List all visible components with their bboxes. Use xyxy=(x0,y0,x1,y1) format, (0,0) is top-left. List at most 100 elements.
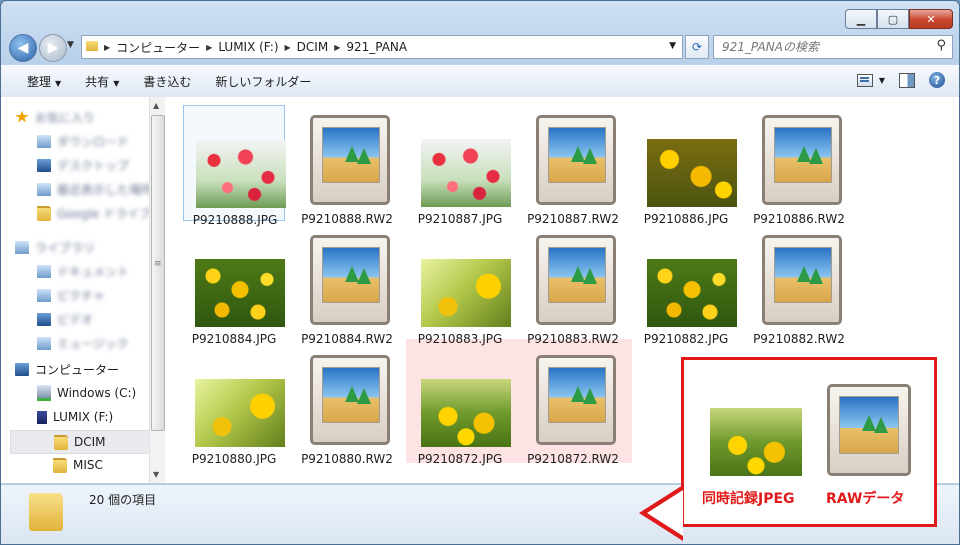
recent-pages-dropdown[interactable]: ▼ xyxy=(67,40,74,50)
nav-pictures[interactable]: ピクチャ xyxy=(37,284,105,306)
photo-thumbnail xyxy=(421,139,511,207)
nav-label: ビデオ xyxy=(57,312,94,327)
burn-button[interactable]: 書き込む xyxy=(131,73,203,90)
photo-thumbnail xyxy=(196,140,286,208)
address-bar[interactable]: ▶ コンピューター ▶ LUMIX (F:) ▶ DCIM ▶ 921_PANA… xyxy=(81,35,683,59)
nav-google-drive[interactable]: Google ドライブ xyxy=(37,202,151,224)
nav-label: お気に入り xyxy=(35,110,96,125)
nav-documents[interactable]: ドキュメント xyxy=(37,260,129,282)
command-bar: 整理 ▼ 共有 ▼ 書き込む 新しいフォルダー ▼ ? xyxy=(1,65,959,98)
nav-lumix-drive[interactable]: LUMIX (F:) xyxy=(37,406,113,428)
scroll-thumb[interactable] xyxy=(151,115,165,431)
raw-image-icon xyxy=(536,355,616,445)
sd-card-icon xyxy=(37,410,47,424)
maximize-button[interactable]: ▢ xyxy=(877,9,909,29)
star-icon xyxy=(15,110,29,123)
file-item[interactable]: P9210883.JPG xyxy=(409,225,511,346)
change-view-button[interactable]: ▼ xyxy=(856,73,885,87)
file-item[interactable]: P9210886.RW2 xyxy=(748,105,850,226)
picture-icon xyxy=(37,288,51,302)
navigation-pane: お気に入り ダウンロード デスクトップ 最近表示した場所 Google ドライブ… xyxy=(1,97,154,483)
file-name: P9210880.JPG xyxy=(191,452,277,466)
close-button[interactable]: ✕ xyxy=(909,9,953,29)
file-name: P9210883.RW2 xyxy=(527,332,619,346)
nav-music[interactable]: ミュージック xyxy=(37,332,129,354)
nav-dcim[interactable]: DCIM xyxy=(10,430,153,454)
file-name: P9210880.RW2 xyxy=(301,452,393,466)
breadcrumb-lumix[interactable]: LUMIX (F:) xyxy=(214,40,282,54)
file-name: P9210872.RW2 xyxy=(527,452,619,466)
nav-label: MISC xyxy=(73,458,103,472)
breadcrumb-arrow-icon[interactable]: ▶ xyxy=(204,43,214,52)
refresh-button[interactable]: ⟳ xyxy=(685,35,709,59)
image-placeholder-icon xyxy=(548,247,606,303)
view-controls: ▼ ? xyxy=(856,72,945,88)
scroll-up-icon[interactable]: ▲ xyxy=(153,101,159,110)
nav-favorites[interactable]: お気に入り xyxy=(15,106,95,128)
breadcrumb-921-pana[interactable]: 921_PANA xyxy=(342,40,411,54)
file-item[interactable]: P9210887.RW2 xyxy=(522,105,624,226)
photo-thumbnail xyxy=(647,139,737,207)
back-button[interactable]: ◀ xyxy=(9,34,37,62)
nav-label: ライブラリ xyxy=(35,240,96,255)
nav-desktop[interactable]: デスクトップ xyxy=(37,154,129,176)
raw-image-icon xyxy=(310,235,390,325)
desktop-icon xyxy=(37,158,51,172)
breadcrumb-arrow-icon[interactable]: ▶ xyxy=(102,43,112,52)
file-item[interactable]: P9210888.RW2 xyxy=(296,105,398,226)
chevron-down-icon: ▼ xyxy=(55,79,62,88)
search-input[interactable] xyxy=(720,37,924,57)
share-label: 共有 xyxy=(85,75,110,89)
raw-label: RAWデータ xyxy=(826,491,905,507)
file-item[interactable]: P9210884.JPG xyxy=(183,225,285,346)
nav-misc[interactable]: MISC xyxy=(53,454,103,476)
file-item[interactable]: P9210882.JPG xyxy=(635,225,737,346)
nav-libraries[interactable]: ライブラリ xyxy=(15,236,95,258)
organize-button[interactable]: 整理 ▼ xyxy=(1,73,73,90)
image-placeholder-icon xyxy=(548,127,606,183)
video-icon xyxy=(37,312,51,326)
file-item[interactable]: P9210883.RW2 xyxy=(522,225,624,346)
nav-downloads[interactable]: ダウンロード xyxy=(37,130,129,152)
scroll-down-icon[interactable]: ▼ xyxy=(153,470,159,479)
file-item[interactable]: P9210882.RW2 xyxy=(748,225,850,346)
search-icon[interactable]: ⚲ xyxy=(936,38,946,53)
nav-label: Google ドライブ xyxy=(57,206,152,221)
file-item[interactable]: P9210884.RW2 xyxy=(296,225,398,346)
file-name: P9210882.JPG xyxy=(643,332,729,346)
help-icon[interactable]: ? xyxy=(929,72,945,88)
file-name: P9210886.JPG xyxy=(643,212,729,226)
preview-pane-icon[interactable] xyxy=(899,72,915,88)
nav-label: 最近表示した場所 xyxy=(57,182,154,197)
new-folder-button[interactable]: 新しいフォルダー xyxy=(203,73,323,90)
file-item[interactable]: P9210888.JPG xyxy=(183,105,286,227)
file-item[interactable]: P9210872.RW2 xyxy=(522,345,624,466)
nav-label: コンピューター xyxy=(35,362,120,377)
breadcrumb-computer[interactable]: コンピューター xyxy=(112,39,204,56)
forward-button[interactable]: ▶ xyxy=(39,34,67,62)
nav-computer[interactable]: コンピューター xyxy=(15,358,119,380)
minimize-button[interactable]: ▁ xyxy=(845,9,877,29)
raw-image-icon xyxy=(536,235,616,325)
breadcrumb-arrow-icon[interactable]: ▶ xyxy=(332,43,342,52)
raw-image-icon xyxy=(762,115,842,205)
share-button[interactable]: 共有 ▼ xyxy=(73,73,131,90)
breadcrumb-dcim[interactable]: DCIM xyxy=(293,40,333,54)
raw-thumbnail xyxy=(827,384,911,476)
nav-label: ミュージック xyxy=(57,336,129,351)
file-item[interactable]: P9210887.JPG xyxy=(409,105,511,226)
computer-icon xyxy=(15,362,29,376)
address-dropdown-icon[interactable]: ▼ xyxy=(669,41,676,51)
file-item[interactable]: P9210880.JPG xyxy=(183,345,285,466)
nav-scrollbar[interactable]: ▲ ≡ ▼ xyxy=(149,97,165,483)
search-box[interactable]: ⚲ xyxy=(713,35,953,59)
navigation-bar: ◀ ▶ ▼ ▶ コンピューター ▶ LUMIX (F:) ▶ DCIM ▶ 92… xyxy=(9,34,953,62)
file-item[interactable]: P9210880.RW2 xyxy=(296,345,398,466)
file-item[interactable]: P9210886.JPG xyxy=(635,105,737,226)
nav-recent-places[interactable]: 最近表示した場所 xyxy=(37,178,153,200)
breadcrumb-arrow-icon[interactable]: ▶ xyxy=(283,43,293,52)
nav-windows-drive[interactable]: Windows (C:) xyxy=(37,382,136,404)
file-item[interactable]: P9210872.JPG xyxy=(409,345,511,466)
file-name: P9210888.RW2 xyxy=(301,212,393,226)
nav-videos[interactable]: ビデオ xyxy=(37,308,93,330)
